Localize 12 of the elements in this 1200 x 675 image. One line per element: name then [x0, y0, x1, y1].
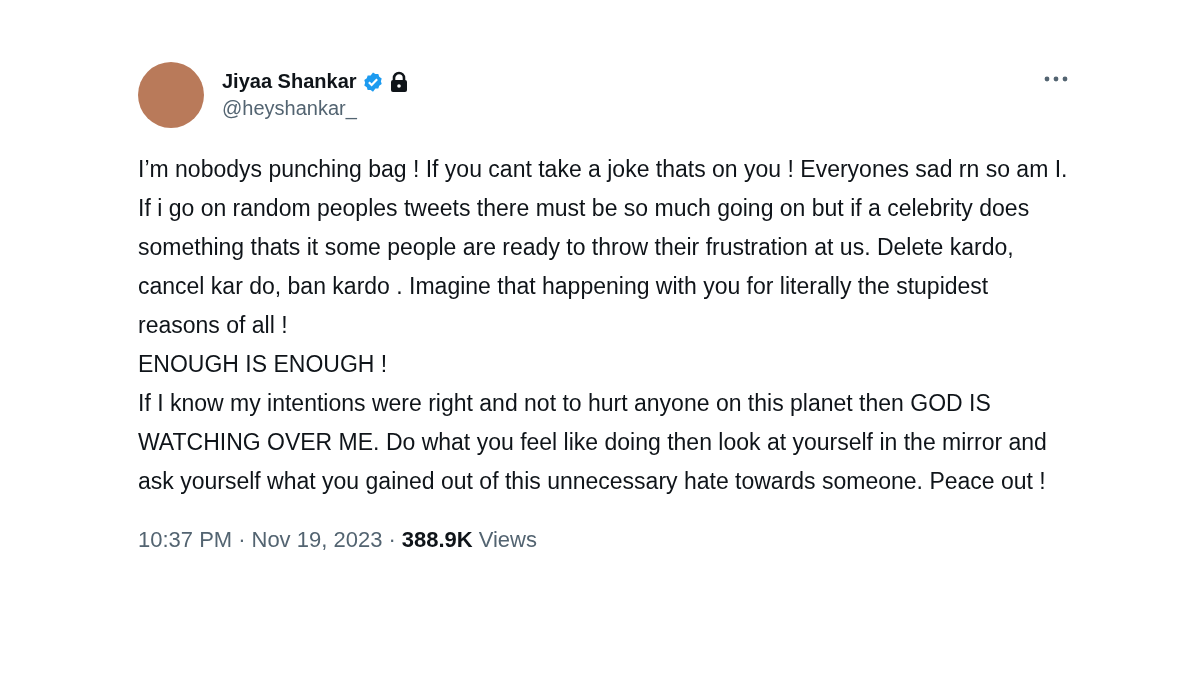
tweet-time[interactable]: 10:37 PM	[138, 527, 233, 553]
tweet-text: If I know my intentions were right and not to hurt anyone on this planet then GOD IS WATCHING OVER ME. Do what you feel like doing then look at yourself in the mirror and ask yourself what you gained out of this unnecessary hate towards someone. Peace out !	[138, 389, 1048, 496]
views-count: 388.9K	[401, 527, 473, 553]
author-handle[interactable]: @heyshankar_	[222, 97, 1026, 120]
tweet-date[interactable]: Nov 19, 2023	[251, 527, 383, 553]
tweet-text: I’m nobodys punching bag ! If you cant take a joke thats on you ! Everyones sad rn so am I. If i go on random peoples tweets there must be so much going on but if a celebrity does something thats it some people are ready to throw their frustration at us. Delete kardo, cancel kar do, ban kardo . Imagine that happening with you for literally the stupidest reasons of all !	[138, 155, 1068, 340]
author-name[interactable]: Jiyaa Shankar	[222, 70, 357, 93]
more-options-icon[interactable]	[1044, 76, 1068, 82]
separator-dot: ·	[238, 527, 246, 553]
views-label: Views	[478, 527, 537, 553]
separator-dot: ·	[388, 527, 396, 553]
tweet-text: ENOUGH IS ENOUGH !	[138, 350, 389, 379]
